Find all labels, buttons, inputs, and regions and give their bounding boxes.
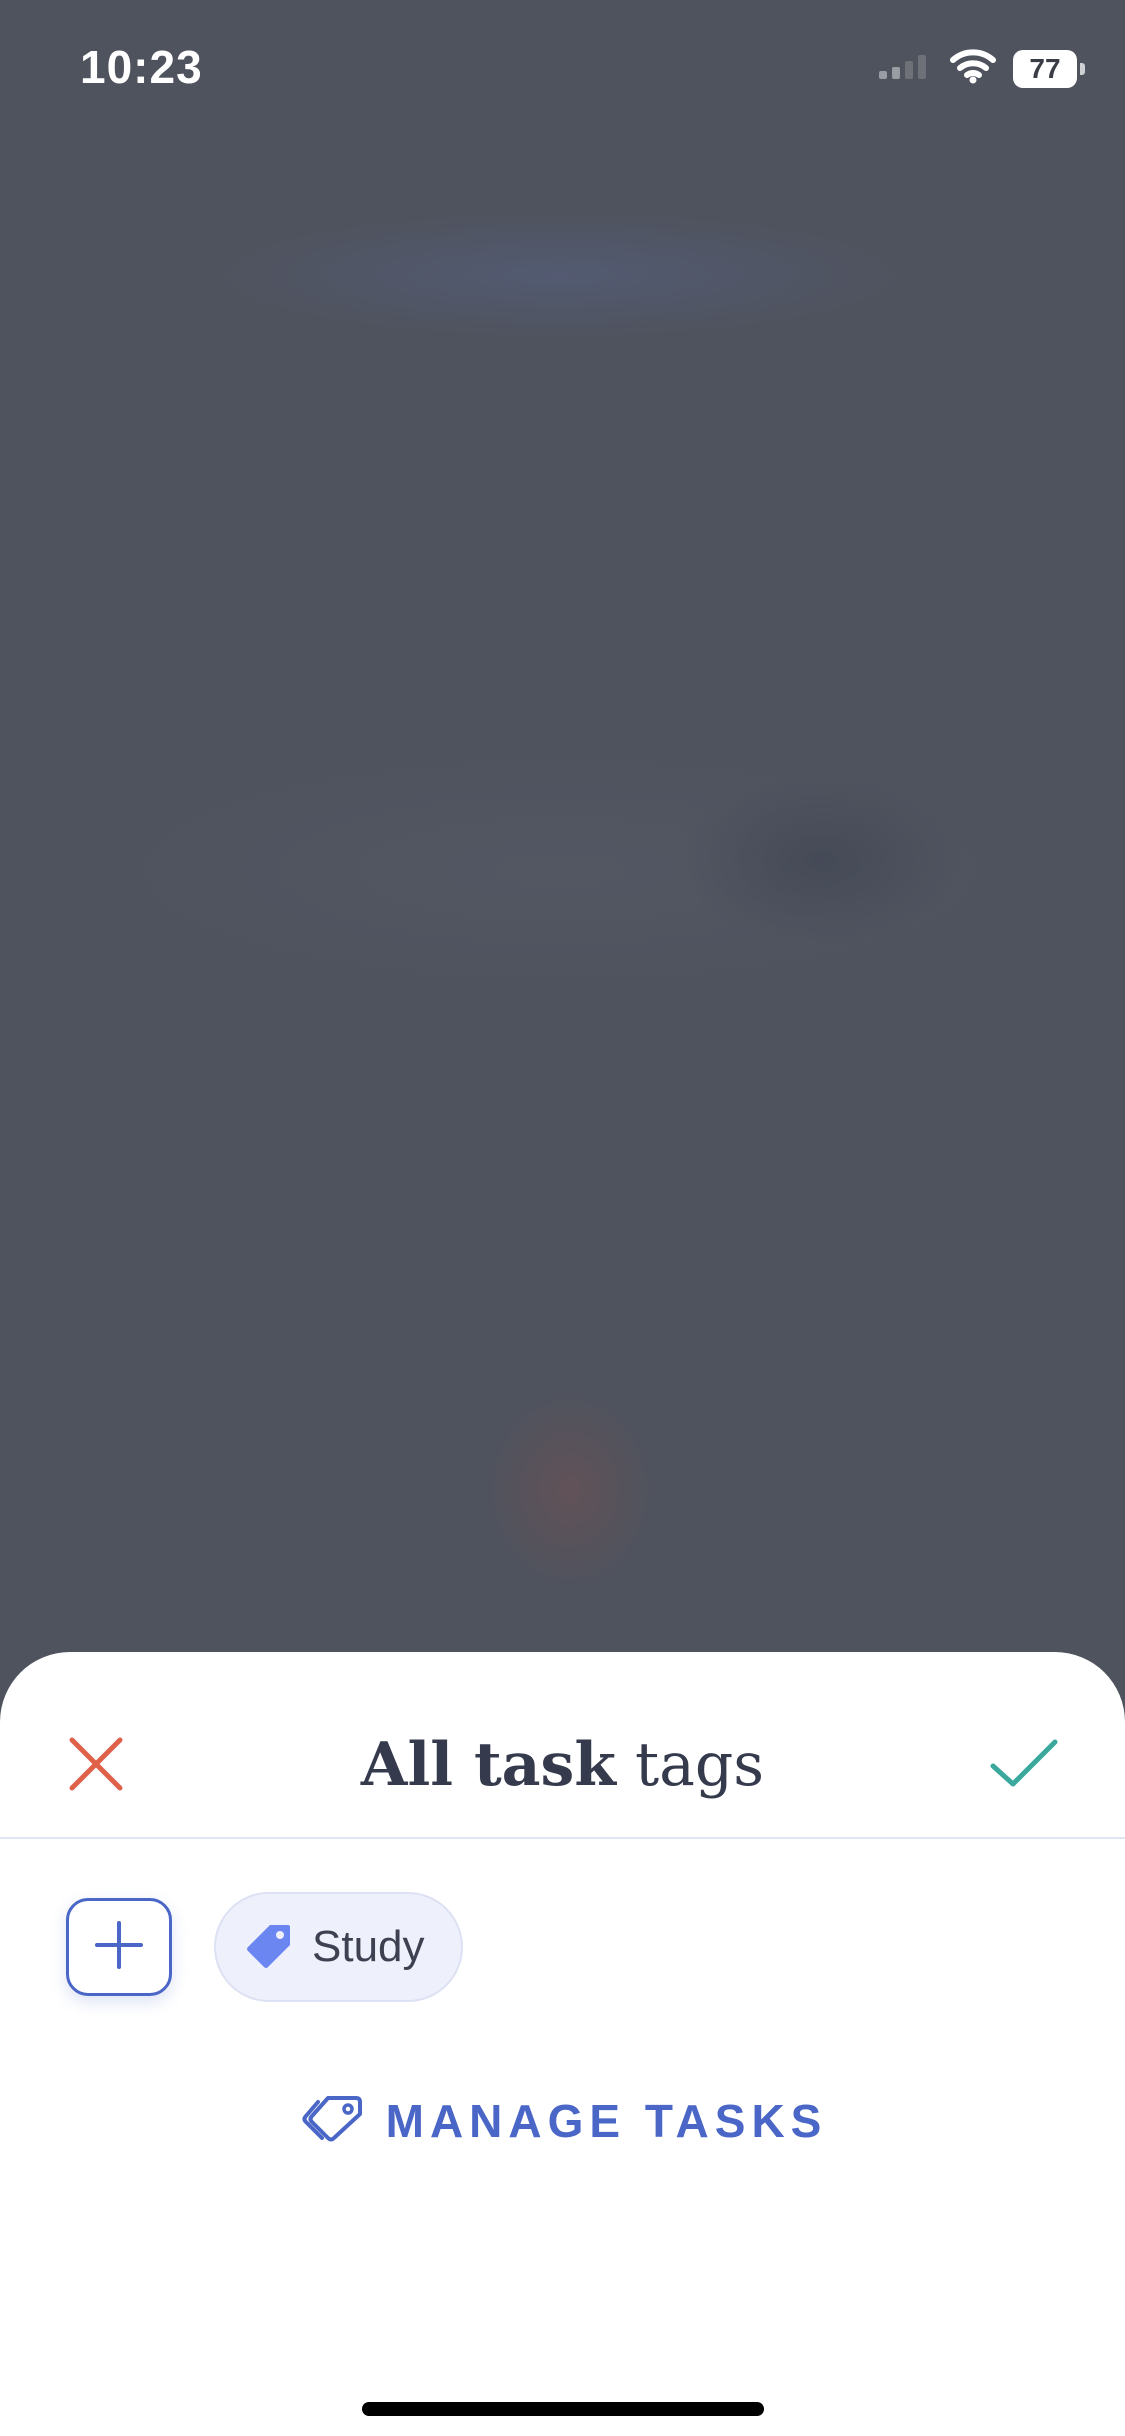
sheet-title-strong: All task	[360, 1730, 616, 1800]
tags-icon	[298, 2092, 364, 2149]
home-indicator	[362, 2402, 764, 2416]
tags-row: Study	[66, 1892, 463, 2002]
battery-cap	[1080, 62, 1085, 75]
signal-icon	[877, 51, 933, 86]
sheet-title-light: tags	[634, 1730, 765, 1800]
tag-icon	[246, 1922, 292, 1973]
manage-tasks-button[interactable]: MANAGE TASKS	[0, 2092, 1125, 2149]
sheet-header: All task tags	[0, 1652, 1125, 1839]
checkmark-icon	[989, 1739, 1059, 1796]
screen: 10:23 77 All task tags Study MANAGE TASK…	[0, 0, 1125, 2436]
plus-icon	[93, 1919, 145, 1976]
add-tag-button[interactable]	[66, 1898, 172, 1996]
confirm-button[interactable]	[989, 1736, 1059, 1792]
bottom-sheet: All task tags Study MANAGE TASKS	[0, 1652, 1125, 2436]
tag-chip-study[interactable]: Study	[214, 1892, 463, 2002]
status-bar: 10:23 77	[0, 0, 1125, 140]
sheet-title: All task tags	[0, 1730, 1125, 1800]
status-time: 10:23	[80, 41, 203, 93]
battery-level: 77	[1013, 49, 1077, 88]
battery-icon: 77	[1013, 49, 1085, 88]
tag-chip-label: Study	[312, 1922, 425, 1971]
status-icons: 77	[877, 48, 1085, 89]
manage-tasks-label: MANAGE TASKS	[385, 2094, 828, 2147]
wifi-icon	[949, 48, 997, 89]
